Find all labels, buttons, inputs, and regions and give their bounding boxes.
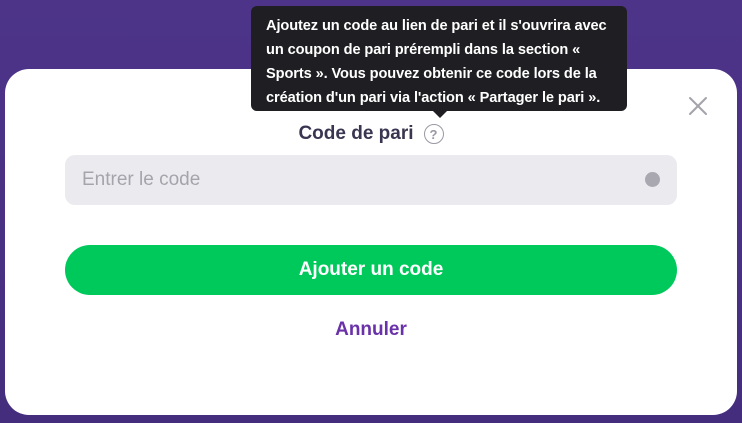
cancel-button[interactable]: Annuler bbox=[5, 319, 737, 341]
input-status-dot-icon bbox=[645, 172, 660, 187]
help-icon[interactable]: ? bbox=[423, 124, 444, 144]
help-tooltip: Ajoutez un code au lien de pari et il s'… bbox=[251, 6, 627, 111]
field-label-row: Code de pari ? bbox=[5, 123, 737, 145]
close-icon bbox=[689, 97, 707, 115]
add-code-button[interactable]: Ajouter un code bbox=[65, 245, 677, 295]
field-label: Code de pari bbox=[298, 123, 414, 144]
close-button[interactable] bbox=[687, 95, 709, 117]
tooltip-arrow bbox=[432, 110, 448, 118]
code-input-container bbox=[65, 155, 677, 205]
add-code-dialog: Code de pari ? Ajouter un code Annuler bbox=[5, 69, 737, 415]
code-input[interactable] bbox=[65, 155, 677, 205]
